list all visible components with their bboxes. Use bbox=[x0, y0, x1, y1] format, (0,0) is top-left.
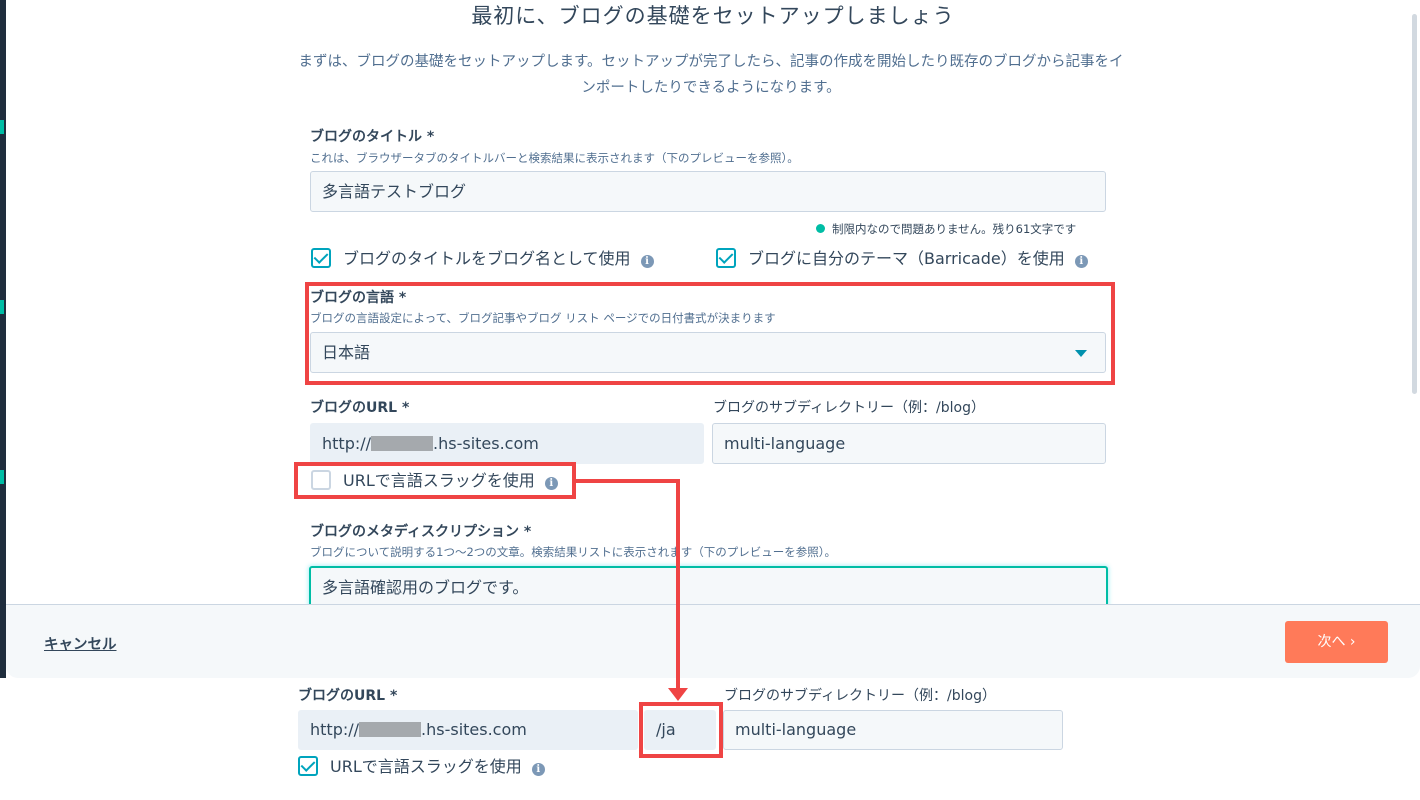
highlight-slug-checkbox bbox=[294, 462, 576, 499]
scrollbar-thumb[interactable] bbox=[1412, 14, 1417, 394]
blog-url-label: ブログのURL * bbox=[310, 400, 410, 416]
after-language-slug-label: URLで言語スラッグを使用 bbox=[330, 757, 522, 776]
redacted-domain bbox=[371, 436, 434, 451]
cancel-link[interactable]: キャンセル bbox=[44, 633, 117, 654]
info-icon[interactable]: i bbox=[1074, 255, 1088, 268]
redacted-domain bbox=[359, 722, 422, 737]
char-limit-text: 制限内なので問題ありません。残り61文字です bbox=[832, 222, 1077, 236]
arrow-connector-horizontal bbox=[576, 479, 680, 483]
use-own-theme-label: ブログに自分のテーマ（Barricade）を使用 bbox=[748, 249, 1065, 268]
blog-title-input[interactable]: 多言語テストブログ bbox=[310, 171, 1106, 212]
after-language-slug-checkbox[interactable]: URLで言語スラッグを使用 i bbox=[298, 756, 558, 778]
use-title-as-name-checkbox[interactable]: ブログのタイトルをブログ名として使用 i bbox=[311, 248, 691, 270]
next-button[interactable]: 次へ › bbox=[1285, 621, 1388, 663]
modal-footer: キャンセル 次へ › bbox=[6, 604, 1420, 678]
subdirectory-label: ブログのサブディレクトリー（例：/blog） bbox=[713, 400, 985, 416]
scrollbar[interactable] bbox=[1412, 0, 1418, 600]
info-icon[interactable]: i bbox=[531, 763, 545, 776]
url-suffix: .hs-sites.com bbox=[433, 434, 539, 453]
arrow-connector-vertical bbox=[676, 479, 680, 689]
checkbox-checked-icon[interactable] bbox=[298, 756, 318, 776]
use-title-as-name-label: ブログのタイトルをブログ名として使用 bbox=[343, 249, 631, 268]
char-limit-status: 制限内なので問題ありません。残り61文字です bbox=[816, 221, 1076, 237]
highlight-slug-value bbox=[639, 702, 723, 758]
after-url-display: http:// .hs-sites.com bbox=[298, 710, 638, 750]
blog-title-help: これは、ブラウザータブのタイトルバーと検索結果に表示されます（下のプレビューを参… bbox=[310, 151, 799, 165]
after-url-label: ブログのURL * bbox=[298, 688, 398, 704]
after-subdirectory-label: ブログのサブディレクトリー（例：/blog） bbox=[724, 688, 996, 704]
blog-url-display: http:// .hs-sites.com bbox=[310, 423, 704, 464]
blog-title-label: ブログのタイトル * bbox=[310, 129, 435, 145]
checkbox-checked-icon[interactable] bbox=[311, 248, 331, 268]
use-own-theme-checkbox[interactable]: ブログに自分のテーマ（Barricade）を使用 i bbox=[716, 248, 1106, 270]
after-url-prefix: http:// bbox=[310, 720, 360, 739]
meta-description-label: ブログのメタディスクリプション * bbox=[310, 524, 532, 540]
after-subdirectory-input[interactable]: multi-language bbox=[723, 710, 1063, 750]
screenshot-stage: 最初に、ブログの基礎をセットアップしましょう まずは、ブログの基礎をセットアップ… bbox=[0, 0, 1420, 800]
url-prefix: http:// bbox=[322, 434, 372, 453]
checkbox-checked-icon[interactable] bbox=[716, 248, 736, 268]
meta-description-input[interactable]: 多言語確認用のブログです。 bbox=[309, 566, 1108, 604]
highlight-language-field bbox=[305, 282, 1115, 385]
intro-text: まずは、ブログの基礎をセットアップします。セットアップが完了したら、記事の作成を… bbox=[298, 54, 1124, 96]
subdirectory-input[interactable]: multi-language bbox=[712, 423, 1106, 464]
status-dot-icon bbox=[816, 224, 825, 233]
modal-heading: 最初に、ブログの基礎をセットアップしましょう bbox=[471, 4, 955, 28]
info-icon[interactable]: i bbox=[640, 255, 654, 268]
after-url-suffix: .hs-sites.com bbox=[421, 720, 527, 739]
arrow-head-icon bbox=[668, 688, 688, 701]
meta-description-help: ブログについて説明する1つ〜2つの文章。検索結果リストに表示されます（下のプレビ… bbox=[310, 545, 837, 559]
